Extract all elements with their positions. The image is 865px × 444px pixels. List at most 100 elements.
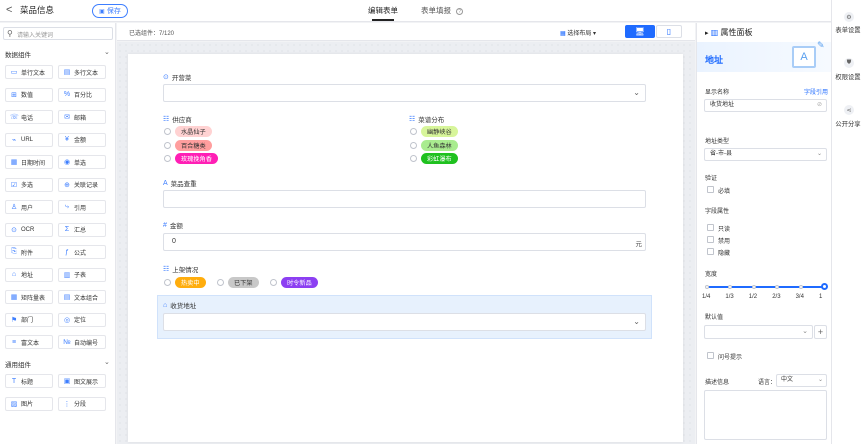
component-icon: ⊕: [64, 181, 70, 189]
amount-input[interactable]: 0 元: [163, 233, 646, 251]
component-item[interactable]: ≡ 富文本: [5, 335, 53, 349]
option-radio[interactable]: [410, 155, 417, 162]
rail-form-settings[interactable]: 表单设置: [831, 25, 865, 34]
component-item[interactable]: ▦ 矩阵量表: [5, 290, 53, 304]
width-tick-dot[interactable]: [798, 285, 803, 289]
width-label: 宽度: [705, 272, 718, 278]
option-tag[interactable]: 人鱼森林: [421, 139, 458, 151]
component-item[interactable]: ⊙ OCR: [5, 222, 53, 237]
component-item[interactable]: ▣ 图文展示: [58, 374, 106, 388]
hidden-checkbox[interactable]: [707, 248, 714, 255]
option-tag[interactable]: 玫瑰挽角香: [175, 153, 218, 164]
component-item[interactable]: ▭ 单行文本: [5, 65, 53, 79]
component-item[interactable]: ▤ 多行文本: [58, 65, 106, 79]
layout-select[interactable]: ▦ 选择布局 ▾: [560, 28, 596, 37]
option-radio[interactable]: [164, 141, 171, 149]
required-checkbox[interactable]: [707, 186, 714, 193]
component-item[interactable]: ⊞ 数值: [5, 87, 53, 102]
chevron-down-icon: ⌄: [633, 317, 640, 326]
desktop-view-button[interactable]: 🖥: [625, 25, 655, 38]
option-radio[interactable]: [217, 279, 224, 286]
component-item[interactable]: ▤ 文本组合: [58, 290, 106, 304]
component-icon: ⌁: [11, 136, 17, 144]
description-textarea[interactable]: [704, 390, 827, 440]
validation-label: 验证: [705, 176, 718, 182]
option-tag[interactable]: 已下架: [228, 277, 259, 288]
component-item[interactable]: ◉ 单选: [58, 155, 106, 169]
option-tag[interactable]: 时令新品: [281, 277, 318, 288]
amount-unit: 元: [635, 241, 643, 248]
section-data-components[interactable]: 数据组件: [5, 49, 31, 59]
option-radio[interactable]: [410, 141, 417, 149]
component-icon: ⤷: [65, 203, 69, 210]
section-common-components[interactable]: 通用组件: [5, 359, 31, 369]
component-item[interactable]: ƒ 公式: [58, 245, 106, 259]
clear-icon[interactable]: ⊘: [817, 100, 822, 111]
component-item[interactable]: ⌁ URL: [5, 132, 53, 147]
search-input[interactable]: ⚲ 请输入关键词: [3, 27, 113, 40]
display-name-input[interactable]: 收货地址 ⊘: [704, 99, 827, 112]
option-tag[interactable]: 热卖中: [175, 277, 206, 288]
component-item[interactable]: ⤷ 引用: [58, 200, 106, 214]
chevron-down-icon: ⌄: [633, 88, 640, 97]
component-item[interactable]: ◎ 定位: [58, 312, 106, 327]
component-item[interactable]: ¥ 金额: [58, 132, 106, 147]
option-tag[interactable]: 百合糖类: [175, 139, 212, 151]
width-tick-dot[interactable]: [751, 285, 756, 289]
component-item[interactable]: ⚑ 部门: [5, 312, 53, 327]
default-value-select[interactable]: ⌄: [704, 325, 813, 339]
component-item[interactable]: ✉ 邮箱: [58, 110, 106, 124]
save-button[interactable]: ▣ 保存: [92, 4, 128, 18]
field-ref-link[interactable]: 字段引用: [804, 87, 828, 96]
address-type-select[interactable]: 省-市-县 ⌄: [704, 148, 827, 161]
option-tag[interactable]: 彩虹瀑布: [421, 153, 458, 164]
component-icon: ◎: [63, 316, 71, 324]
component-item[interactable]: ☏ 电话: [5, 110, 53, 124]
option-tag[interactable]: 水晶仙子: [175, 126, 212, 137]
component-item[interactable]: ▥ 子表: [58, 267, 106, 282]
option-radio[interactable]: [164, 155, 171, 162]
disabled-checkbox[interactable]: [707, 236, 714, 243]
option-radio[interactable]: [164, 128, 171, 135]
component-item[interactable]: ⋮ 分段: [58, 396, 106, 411]
rail-permission-settings[interactable]: 权限设置: [831, 72, 865, 81]
component-item[interactable]: ⌂ 地址: [5, 267, 53, 282]
field-label: ☷ 供应商: [163, 114, 192, 124]
rail-public-share[interactable]: 公开分享: [831, 119, 865, 128]
component-item[interactable]: № 自动编号: [58, 335, 106, 349]
width-tick-label: 1/3: [725, 294, 734, 300]
address-select[interactable]: ⌄: [163, 313, 646, 331]
option-radio[interactable]: [270, 279, 277, 286]
option-radio[interactable]: [410, 128, 417, 135]
component-item[interactable]: ▦ 日期时间: [5, 155, 53, 169]
component-item[interactable]: ⎘ 附件: [5, 245, 53, 259]
component-label: 单行文本: [21, 70, 46, 77]
width-tick-dot[interactable]: [705, 285, 709, 289]
field-label-text: 上架情况: [172, 267, 199, 274]
tab-edit-form[interactable]: 编辑表单: [368, 6, 398, 16]
back-button[interactable]: <: [6, 4, 12, 16]
width-tick-label: 3/4: [795, 294, 804, 300]
component-item[interactable]: % 百分比: [58, 87, 106, 102]
tab-fill-form[interactable]: 表单填报 ?: [421, 6, 464, 16]
select-field[interactable]: ⌄: [163, 84, 646, 102]
field-label: ☷ 菜谱分布: [409, 114, 444, 124]
add-default-button[interactable]: +: [814, 325, 827, 339]
option-tag[interactable]: 幽静峡谷: [421, 126, 458, 137]
collapse-icon[interactable]: ▸: [705, 30, 709, 37]
component-item[interactable]: ♙ 用户: [5, 200, 53, 214]
language-select[interactable]: 中文 ⌄: [776, 374, 827, 387]
option-radio[interactable]: [164, 279, 171, 286]
component-label: 矩阵量表: [21, 295, 46, 302]
component-label: 用户: [21, 205, 34, 212]
width-tick-dot[interactable]: [821, 283, 828, 290]
hint-checkbox[interactable]: [707, 352, 714, 359]
component-item[interactable]: Σ 汇总: [58, 222, 106, 237]
component-item[interactable]: ⊕ 关联记录: [58, 177, 106, 192]
text-input[interactable]: [163, 190, 646, 208]
component-item[interactable]: ☑ 多选: [5, 177, 53, 192]
component-item[interactable]: T 标题: [5, 374, 53, 388]
component-item[interactable]: ▨ 图片: [5, 396, 53, 411]
readonly-checkbox[interactable]: [707, 224, 714, 231]
mobile-view-button[interactable]: ▯: [656, 25, 682, 38]
